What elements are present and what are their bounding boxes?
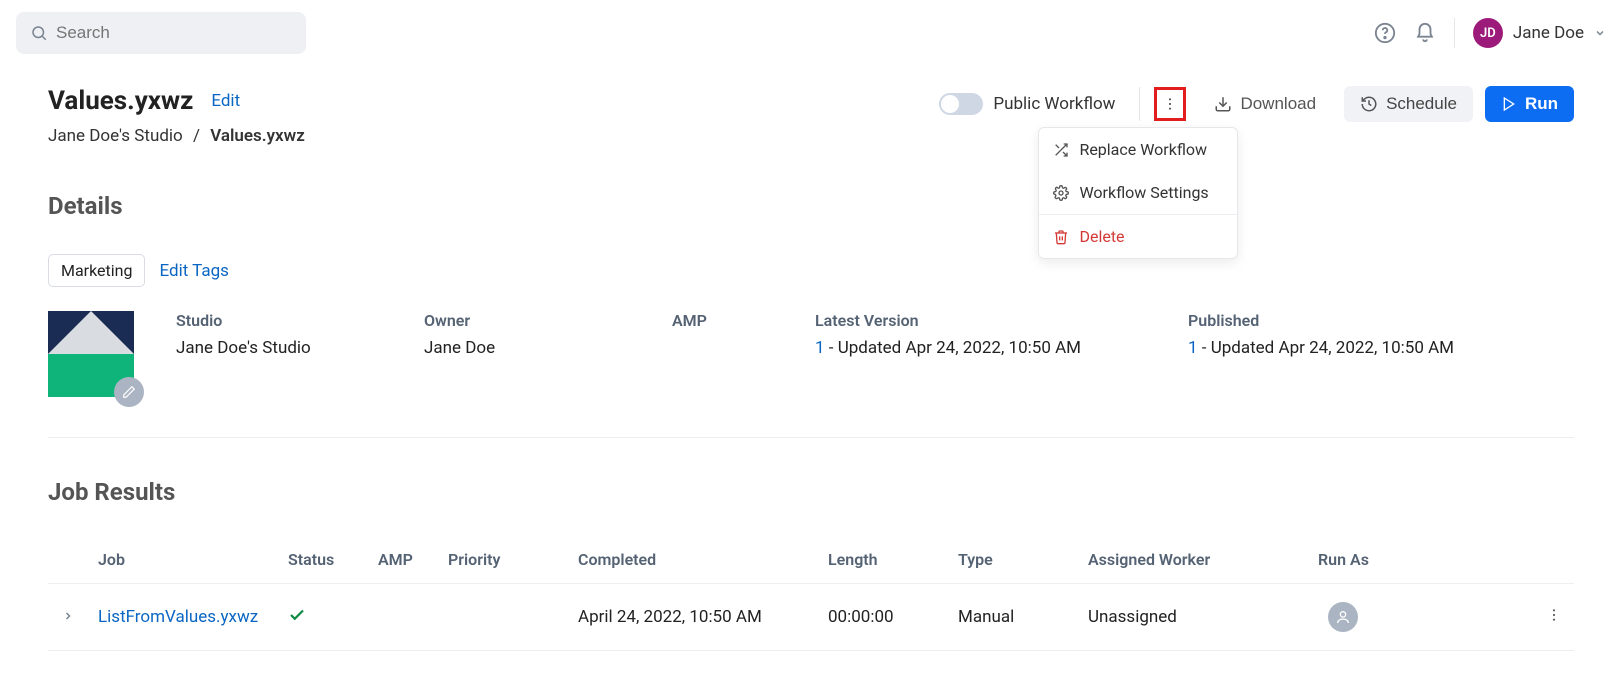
play-icon [1501,96,1517,112]
value-owner: Jane Doe [424,338,664,358]
cell-type: Manual [948,584,1078,651]
chevron-down-icon [1594,27,1606,39]
job-results-heading: Job Results [48,478,1574,506]
job-link[interactable]: ListFromValues.yxwz [98,607,258,627]
value-published: 1 - Updated Apr 24, 2022, 10:50 AM [1188,338,1553,358]
row-more-button[interactable] [1546,608,1562,628]
col-job[interactable]: Job [88,536,278,584]
edit-tags-link[interactable]: Edit Tags [159,261,228,281]
details-heading: Details [48,192,1574,220]
label-owner: Owner [424,311,664,330]
cell-priority [438,584,568,651]
details-meta: Studio Jane Doe's Studio Owner Jane Doe … [48,311,1574,397]
table-row: ListFromValues.yxwz April 24, 2022, 10:5… [48,584,1574,651]
run-label: Run [1525,94,1558,114]
search-box[interactable] [16,12,306,54]
dots-vertical-icon [1162,96,1178,112]
shuffle-icon [1053,142,1069,158]
col-amp[interactable]: AMP [368,536,438,584]
page-header: Values.yxwz Edit Jane Doe's Studio / Val… [48,86,1574,146]
runas-avatar [1328,602,1358,632]
value-studio: Jane Doe's Studio [176,338,416,358]
breadcrumb-studio[interactable]: Jane Doe's Studio [48,126,183,146]
search-input[interactable] [56,23,292,43]
label-studio: Studio [176,311,416,330]
trash-icon [1053,229,1069,245]
tags-row: Marketing Edit Tags [48,254,1574,287]
search-icon [30,24,48,42]
public-toggle[interactable] [939,93,983,115]
label-amp: AMP [672,311,807,330]
topbar-right: JD Jane Doe [1374,18,1606,48]
col-type[interactable]: Type [948,536,1078,584]
cell-worker: Unassigned [1078,584,1308,651]
schedule-button[interactable]: Schedule [1344,86,1473,122]
col-length[interactable]: Length [818,536,948,584]
divider [1454,18,1455,48]
history-icon [1360,95,1378,113]
col-status[interactable]: Status [278,536,368,584]
tag-marketing[interactable]: Marketing [48,254,145,287]
latest-version-link[interactable]: 1 [815,338,825,358]
download-button[interactable]: Download [1198,86,1332,122]
user-avatar: JD [1473,18,1503,48]
edit-thumbnail-button[interactable] [114,377,144,407]
menu-replace-label: Replace Workflow [1079,140,1207,159]
col-completed[interactable]: Completed [568,536,818,584]
pencil-icon [122,385,136,399]
col-priority[interactable]: Priority [438,536,568,584]
chevron-right-icon [62,610,74,622]
help-icon[interactable] [1374,22,1396,44]
person-icon [1335,609,1351,625]
download-label: Download [1240,94,1316,114]
schedule-label: Schedule [1386,94,1457,114]
published-version-link[interactable]: 1 [1188,338,1198,358]
topbar: JD Jane Doe [0,0,1622,66]
edit-link[interactable]: Edit [211,91,240,111]
divider [1139,87,1140,121]
cell-completed: April 24, 2022, 10:50 AM [568,584,818,651]
job-results-table: Job Status AMP Priority Completed Length… [48,536,1574,651]
menu-workflow-settings[interactable]: Workflow Settings [1039,171,1237,214]
label-published: Published [1188,311,1553,330]
published-version-text: - Updated Apr 24, 2022, 10:50 AM [1198,338,1454,358]
status-success-icon [288,608,306,629]
breadcrumb: Jane Doe's Studio / Values.yxwz [48,126,305,146]
cell-amp [368,584,438,651]
cell-length: 00:00:00 [818,584,948,651]
col-runas[interactable]: Run As [1308,536,1534,584]
menu-replace-workflow[interactable]: Replace Workflow [1039,128,1237,171]
user-name: Jane Doe [1513,23,1584,43]
value-latest-version: 1 - Updated Apr 24, 2022, 10:50 AM [815,338,1180,358]
page-title: Values.yxwz [48,86,193,116]
gear-icon [1053,185,1069,201]
col-worker[interactable]: Assigned Worker [1078,536,1308,584]
user-menu[interactable]: JD Jane Doe [1473,18,1606,48]
breadcrumb-current: Values.yxwz [210,126,305,146]
download-icon [1214,95,1232,113]
menu-delete-label: Delete [1079,227,1124,246]
more-menu-button[interactable] [1154,87,1186,121]
expand-row-button[interactable] [62,607,74,627]
dots-vertical-icon [1546,607,1562,623]
check-icon [288,606,306,624]
more-menu: Replace Workflow Workflow Settings Delet… [1038,127,1238,259]
run-button[interactable]: Run [1485,86,1574,122]
bell-icon[interactable] [1414,22,1436,44]
public-label: Public Workflow [993,94,1115,114]
label-latest-version: Latest Version [815,311,1180,330]
divider [48,437,1574,438]
latest-version-text: - Updated Apr 24, 2022, 10:50 AM [825,338,1081,358]
actions-bar: Public Workflow Replace Workflow Workflo… [939,86,1574,122]
menu-settings-label: Workflow Settings [1079,183,1208,202]
menu-delete[interactable]: Delete [1039,214,1237,258]
workflow-thumbnail [48,311,134,397]
